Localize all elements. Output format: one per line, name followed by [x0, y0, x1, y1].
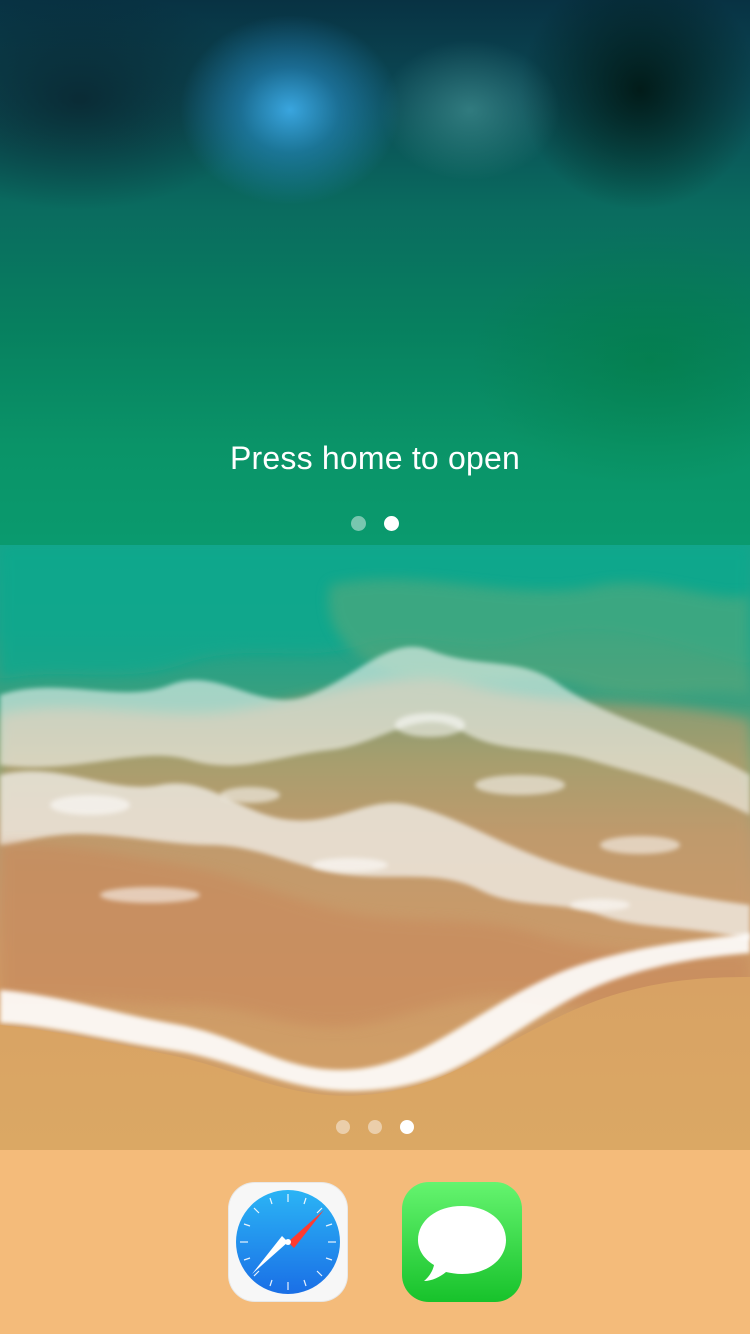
lock-page-dot-active[interactable] — [384, 516, 399, 531]
home-page-dot[interactable] — [368, 1120, 382, 1134]
dock — [0, 1150, 750, 1334]
lock-page-dot[interactable] — [351, 516, 366, 531]
home-page-dot-active[interactable] — [400, 1120, 414, 1134]
messages-app-icon[interactable] — [402, 1182, 522, 1302]
beach-wave-illustration — [0, 545, 750, 1150]
dock-icons — [0, 1182, 750, 1302]
lock-panel[interactable]: Press home to open — [0, 0, 750, 545]
iphone-screen: Press home to open — [0, 0, 750, 1334]
home-page-dot[interactable] — [336, 1120, 350, 1134]
safari-app-icon[interactable] — [228, 1182, 348, 1302]
home-page-indicator[interactable] — [0, 1120, 750, 1134]
speech-bubble-icon — [418, 1206, 506, 1281]
lock-page-indicator[interactable] — [0, 516, 750, 531]
safari-compass-icon — [236, 1190, 340, 1294]
home-wallpaper — [0, 545, 750, 1150]
press-home-message: Press home to open — [230, 440, 520, 476]
